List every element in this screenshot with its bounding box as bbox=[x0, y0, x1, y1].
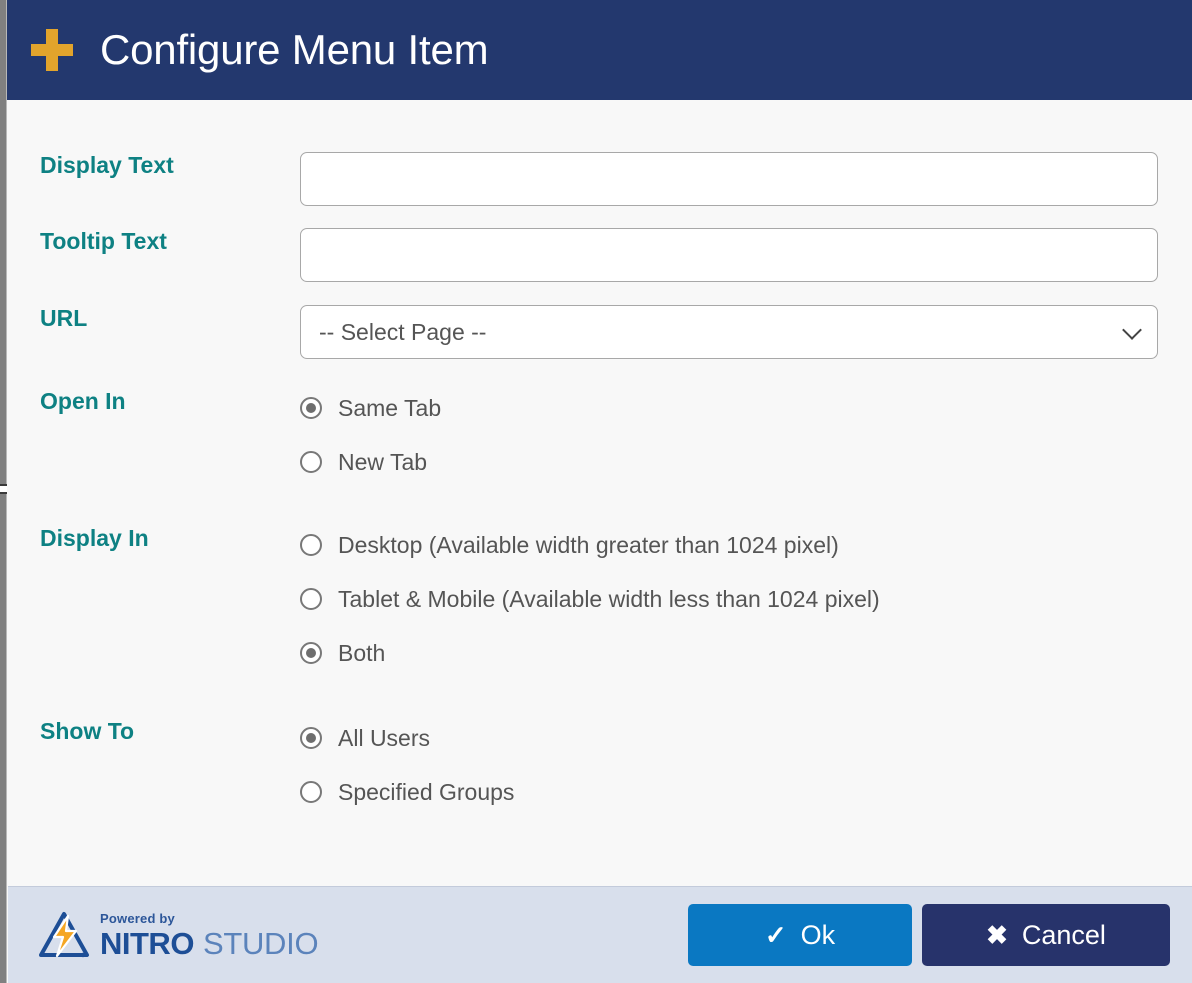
field-tooltip-text bbox=[300, 228, 1192, 282]
dialog-body: Display Text Tooltip Text URL -- Select … bbox=[8, 100, 1192, 878]
logo-brand-nitro: NITRO bbox=[100, 925, 194, 961]
page-title: Configure Menu Item bbox=[100, 26, 489, 73]
chevron-down-icon bbox=[1122, 320, 1142, 340]
field-row-display-in: Display In Desktop (Available width grea… bbox=[8, 525, 1192, 687]
radio-option-desktop[interactable]: Desktop (Available width greater than 10… bbox=[300, 525, 1192, 565]
field-row-show-to: Show To All Users Specified Groups bbox=[8, 718, 1192, 826]
dialog-titlebar: Configure Menu Item bbox=[7, 0, 1192, 100]
logo-wordmark: Powered by NITRO STUDIO bbox=[100, 910, 319, 961]
dialog-footer: Powered by NITRO STUDIO ✓ Ok ✖ Cancel bbox=[8, 886, 1192, 983]
radiogroup-show-to: All Users Specified Groups bbox=[300, 718, 1192, 826]
label-display-text: Display Text bbox=[40, 152, 174, 178]
radio-icon-all-users[interactable] bbox=[300, 727, 322, 749]
radio-icon-both[interactable] bbox=[300, 642, 322, 664]
field-url: -- Select Page -- bbox=[300, 305, 1192, 359]
url-page-select[interactable]: -- Select Page -- bbox=[300, 305, 1158, 359]
nitro-studio-logo: Powered by NITRO STUDIO bbox=[38, 910, 319, 961]
radio-option-all-users[interactable]: All Users bbox=[300, 718, 1192, 758]
radio-label-same-tab: Same Tab bbox=[338, 394, 442, 421]
radio-label-desktop: Desktop (Available width greater than 10… bbox=[338, 531, 839, 558]
field-display-text bbox=[300, 152, 1192, 206]
radiogroup-display-in: Desktop (Available width greater than 10… bbox=[300, 525, 1192, 687]
logo-powered-by: Powered by bbox=[100, 910, 175, 926]
ok-button[interactable]: ✓ Ok bbox=[688, 904, 912, 966]
field-row-tooltip-text: Tooltip Text bbox=[8, 228, 1192, 282]
radio-label-specified-groups: Specified Groups bbox=[338, 778, 515, 805]
label-open-in: Open In bbox=[40, 388, 126, 414]
label-display-in: Display In bbox=[40, 525, 149, 551]
radio-option-tablet-mobile[interactable]: Tablet & Mobile (Available width less th… bbox=[300, 579, 1192, 619]
label-tooltip-text: Tooltip Text bbox=[40, 228, 167, 254]
radio-option-same-tab[interactable]: Same Tab bbox=[300, 388, 1192, 428]
nitro-lightning-triangle-icon bbox=[38, 911, 90, 959]
label-show-to: Show To bbox=[40, 718, 135, 744]
plus-icon bbox=[31, 29, 73, 71]
check-icon: ✓ bbox=[764, 920, 787, 950]
ok-button-label: Ok bbox=[800, 919, 836, 950]
cancel-button-label: Cancel bbox=[1021, 919, 1106, 950]
radio-label-both: Both bbox=[338, 639, 386, 666]
window-left-edge bbox=[0, 0, 7, 983]
display-text-input[interactable] bbox=[300, 152, 1158, 206]
radio-label-new-tab: New Tab bbox=[338, 448, 428, 475]
radio-icon-tablet-mobile[interactable] bbox=[300, 588, 322, 610]
radio-icon-desktop[interactable] bbox=[300, 534, 322, 556]
cancel-button[interactable]: ✖ Cancel bbox=[922, 904, 1170, 966]
tooltip-text-input[interactable] bbox=[300, 228, 1158, 282]
field-row-open-in: Open In Same Tab New Tab bbox=[8, 388, 1192, 496]
close-icon: ✖ bbox=[986, 920, 1008, 950]
logo-brand: NITRO STUDIO bbox=[100, 925, 319, 961]
configure-menu-item-dialog: Configure Menu Item Display Text Tooltip… bbox=[0, 0, 1192, 983]
radio-label-all-users: All Users bbox=[338, 724, 431, 751]
radio-option-new-tab[interactable]: New Tab bbox=[300, 442, 1192, 482]
radio-icon-same-tab[interactable] bbox=[300, 397, 322, 419]
radio-icon-new-tab[interactable] bbox=[300, 451, 322, 473]
radio-option-both[interactable]: Both bbox=[300, 633, 1192, 673]
window-resize-notch[interactable] bbox=[0, 484, 7, 494]
dialog-actions: ✓ Ok ✖ Cancel bbox=[688, 904, 1170, 966]
url-page-select-value: -- Select Page -- bbox=[319, 318, 487, 345]
label-url: URL bbox=[40, 305, 88, 331]
radio-icon-specified-groups[interactable] bbox=[300, 781, 322, 803]
radio-option-specified-groups[interactable]: Specified Groups bbox=[300, 772, 1192, 812]
logo-brand-studio: STUDIO bbox=[202, 925, 319, 961]
field-row-url: URL -- Select Page -- bbox=[8, 305, 1192, 359]
field-row-display-text: Display Text bbox=[8, 152, 1192, 206]
radiogroup-open-in: Same Tab New Tab bbox=[300, 388, 1192, 496]
radio-label-tablet-mobile: Tablet & Mobile (Available width less th… bbox=[338, 585, 880, 612]
